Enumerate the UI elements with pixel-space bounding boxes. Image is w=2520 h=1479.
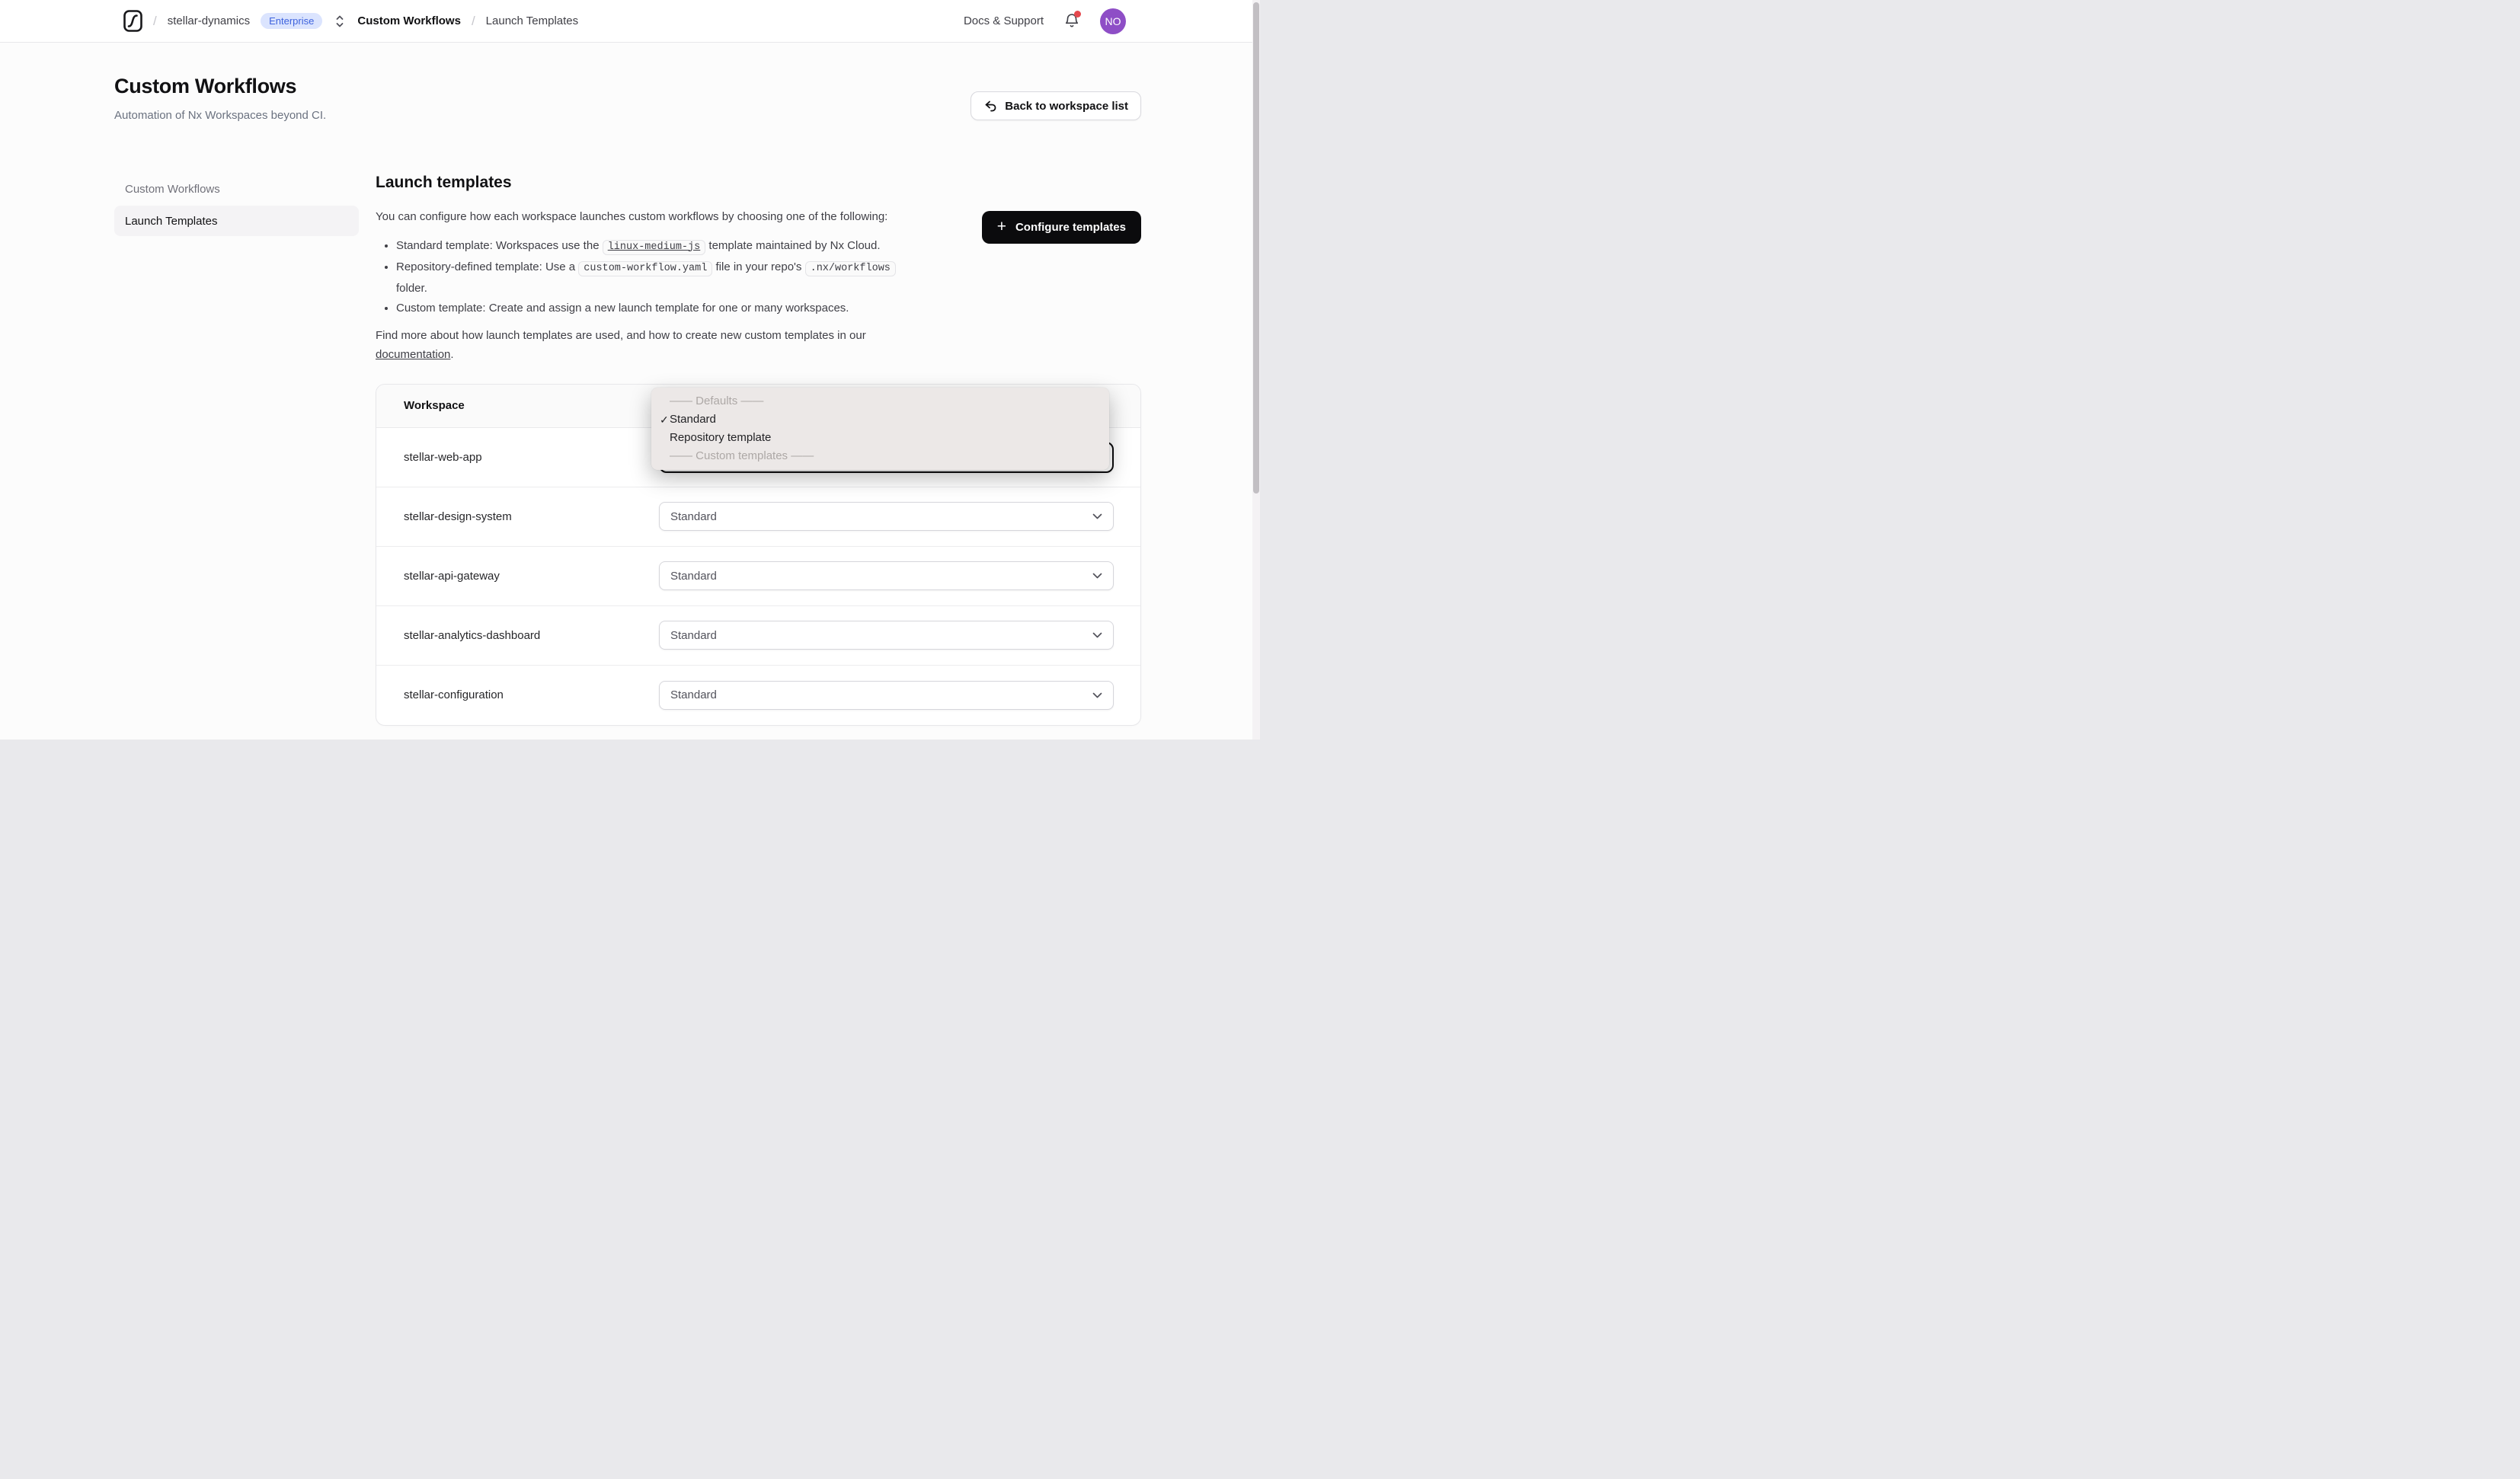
list-item: Repository-defined template: Use a custo…	[396, 257, 905, 298]
sidebar-item-custom-workflows[interactable]: Custom Workflows	[114, 174, 359, 204]
notification-bell-icon[interactable]	[1063, 10, 1081, 30]
back-to-workspace-list-button[interactable]: Back to workspace list	[971, 91, 1141, 120]
workspace-switcher-icon[interactable]	[334, 14, 345, 29]
dropdown-option-standard[interactable]: ✓ Standard	[651, 410, 1109, 429]
section-intro: You can configure how each workspace lau…	[376, 210, 888, 223]
workspace-template-table: Workspace Assign Template stellar-web-ap…	[376, 383, 1141, 726]
vertical-scrollbar[interactable]	[1252, 0, 1260, 740]
workspace-name: stellar-design-system	[404, 510, 512, 523]
back-button-label: Back to workspace list	[1005, 99, 1128, 113]
configure-button-label: Configure templates	[1015, 221, 1126, 234]
assign-template-cell: Standard —— Defaults —— ✓ Standard Repos…	[651, 387, 1140, 473]
docs-support-link[interactable]: Docs & Support	[964, 14, 1044, 27]
avatar[interactable]: NO	[1100, 8, 1126, 34]
scrollbar-thumb[interactable]	[1253, 2, 1259, 494]
sidebar-item-launch-templates[interactable]: Launch Templates	[114, 206, 359, 236]
find-more-text: Find more about how launch templates are…	[376, 328, 866, 362]
workspace-name: stellar-api-gateway	[404, 569, 500, 583]
template-options-list: Standard template: Workspaces use the li…	[376, 236, 905, 318]
assign-template-cell: Standard	[659, 680, 1140, 710]
documentation-link[interactable]: documentation	[376, 348, 450, 361]
app-root: / stellar-dynamics Enterprise Custom Wor…	[0, 0, 1260, 740]
notification-dot	[1074, 10, 1081, 18]
workspace-name: stellar-configuration	[404, 688, 504, 701]
top-bar-actions: Docs & Support NO	[964, 8, 1126, 34]
enterprise-badge: Enterprise	[261, 13, 323, 29]
table-row: stellar-web-app Standard —— Defaults —— …	[376, 387, 1140, 487]
breadcrumb-page[interactable]: Launch Templates	[486, 14, 578, 27]
breadcrumb: / stellar-dynamics Enterprise Custom Wor…	[123, 10, 578, 32]
assign-template-cell: Standard	[659, 502, 1140, 531]
plus-icon: +	[996, 218, 1006, 235]
breadcrumb-section[interactable]: Custom Workflows	[357, 14, 461, 27]
page-head: Custom Workflows Automation of Nx Worksp…	[114, 75, 326, 122]
top-bar: / stellar-dynamics Enterprise Custom Wor…	[0, 0, 1260, 43]
template-select[interactable]: Standard	[659, 680, 1114, 710]
code-chip-workflows-folder: .nx/workflows	[804, 261, 896, 276]
breadcrumb-separator: /	[153, 13, 157, 28]
configure-templates-button[interactable]: + Configure templates	[981, 211, 1141, 244]
workspace-name: stellar-analytics-dashboard	[404, 628, 541, 642]
dropdown-separator-custom-templates: —— Custom templates ——	[670, 449, 814, 462]
table-row: stellar-api-gateway Standard	[376, 547, 1140, 606]
dropdown-option-repository-template[interactable]: Repository template	[651, 429, 1109, 447]
launch-templates-section: Launch templates You can configure how e…	[376, 174, 1141, 726]
return-arrow-icon	[985, 101, 996, 112]
table-row: stellar-analytics-dashboard Standard	[376, 606, 1140, 666]
chevron-down-icon	[1092, 632, 1102, 638]
workspace-name: stellar-web-app	[404, 450, 482, 464]
chevron-down-icon	[1092, 573, 1102, 579]
template-select[interactable]: Standard	[659, 561, 1114, 590]
breadcrumb-org[interactable]: stellar-dynamics	[168, 14, 250, 27]
page-title: Custom Workflows	[114, 75, 297, 97]
nx-cloud-logo-icon[interactable]	[123, 10, 142, 32]
code-chip-yaml-file: custom-workflow.yaml	[578, 261, 713, 276]
breadcrumb-separator: /	[471, 13, 475, 28]
check-icon: ✓	[660, 413, 669, 426]
assign-template-cell: Standard	[659, 621, 1140, 650]
template-select[interactable]: Standard	[659, 621, 1114, 650]
code-chip-template-name[interactable]: linux-medium-js	[602, 239, 706, 255]
table-row: stellar-design-system Standard	[376, 487, 1140, 547]
page-subtitle: Automation of Nx Workspaces beyond CI.	[114, 109, 327, 122]
chevron-down-icon	[1092, 692, 1102, 698]
settings-side-nav: Custom Workflows Launch Templates	[114, 174, 359, 726]
chevron-down-icon	[1092, 513, 1102, 519]
list-item: Standard template: Workspaces use the li…	[396, 236, 905, 257]
column-header-workspace: Workspace	[404, 399, 465, 412]
assign-template-cell: Standard	[659, 561, 1140, 590]
template-select[interactable]: Standard	[659, 502, 1114, 531]
section-heading: Launch templates	[376, 174, 512, 191]
list-item: Custom template: Create and assign a new…	[396, 299, 905, 318]
template-dropdown-menu: —— Defaults —— ✓ Standard Repository tem…	[651, 387, 1109, 470]
table-row: stellar-configuration Standard	[376, 666, 1140, 725]
dropdown-separator-defaults: —— Defaults ——	[670, 394, 764, 407]
